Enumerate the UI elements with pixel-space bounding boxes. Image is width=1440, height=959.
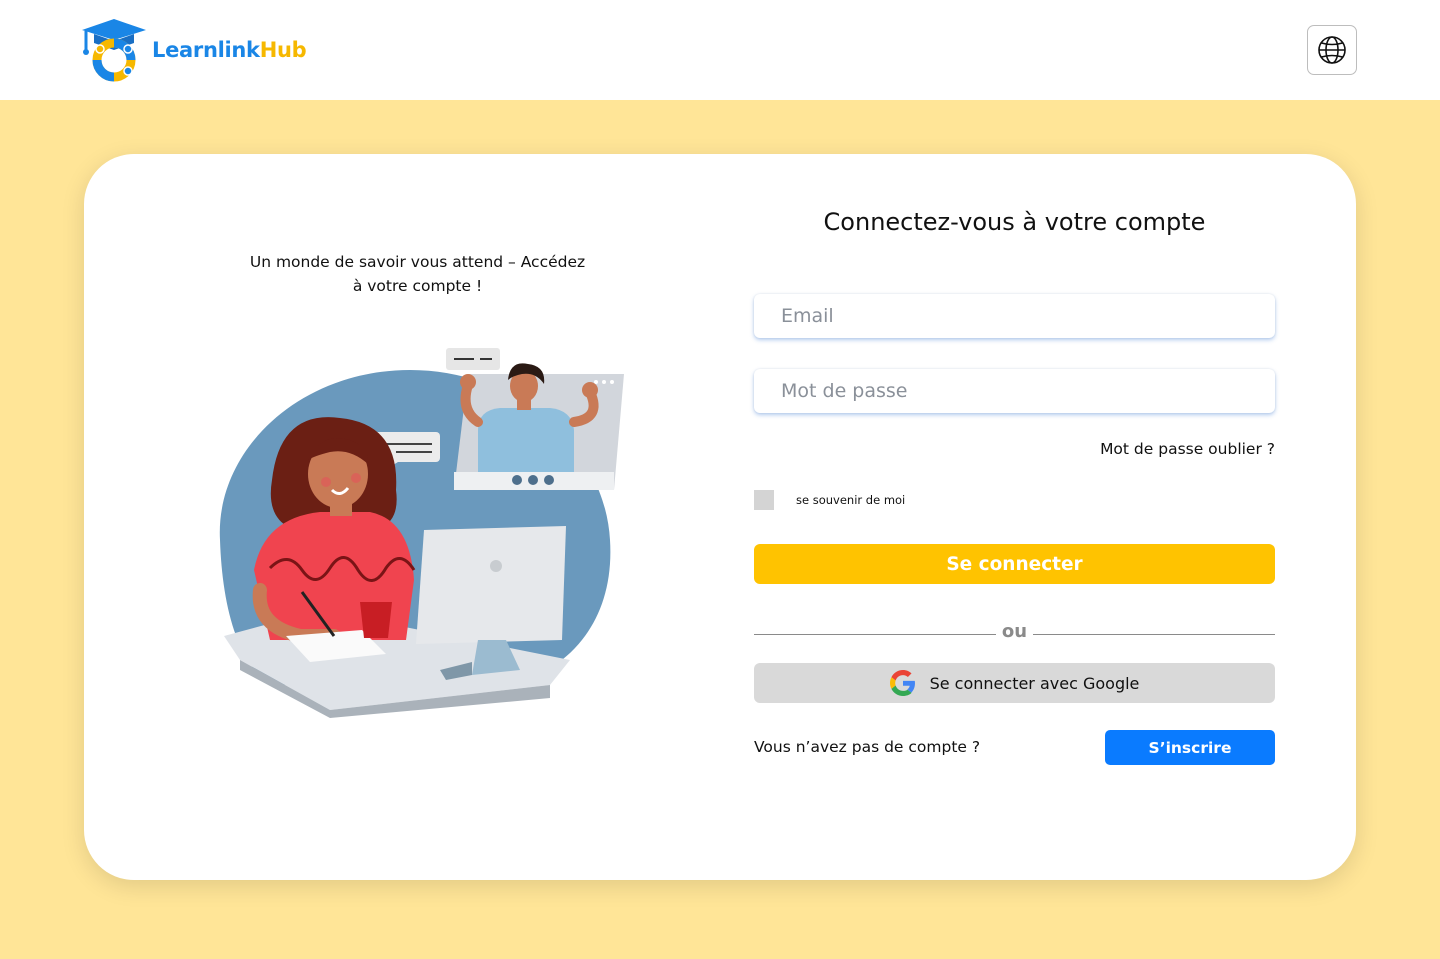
google-icon [889, 670, 915, 696]
brand-name-part1: Learnlink [152, 38, 260, 62]
tagline: Un monde de savoir vous attend – Accédez… [249, 253, 586, 295]
brand-name-part2: Hub [259, 38, 307, 62]
google-login-label: Se connecter avec Google [929, 673, 1140, 693]
password-field[interactable] [754, 369, 1275, 413]
top-header: LearnlinkHub [0, 0, 1440, 100]
form-title: Connectez-vous à votre compte [823, 208, 1206, 236]
language-button[interactable] [1307, 25, 1357, 75]
email-field[interactable] [754, 294, 1275, 338]
no-account-text: Vous n’avez pas de compte ? [754, 738, 981, 756]
divider-line-right [1033, 634, 1275, 635]
brand-logo[interactable]: LearnlinkHub [80, 16, 307, 84]
google-login-button[interactable]: Se connecter avec Google [754, 663, 1275, 703]
login-button[interactable]: Se connecter [754, 544, 1275, 584]
graduation-cap-logo-icon [82, 19, 146, 82]
globe-icon [1318, 36, 1346, 64]
remember-me-checkbox[interactable] [754, 490, 774, 510]
brand-name: LearnlinkHub [152, 38, 307, 62]
woman-studying-illustration [219, 348, 624, 718]
divider-text: ou [1001, 621, 1028, 642]
forgot-password-link[interactable]: Mot de passe oublier ? [1080, 440, 1275, 458]
remember-me: se souvenir de moi [754, 490, 905, 510]
signup-button[interactable]: S’inscrire [1105, 730, 1275, 765]
divider-line-left [754, 634, 996, 635]
remember-me-label: se souvenir de moi [796, 493, 906, 507]
